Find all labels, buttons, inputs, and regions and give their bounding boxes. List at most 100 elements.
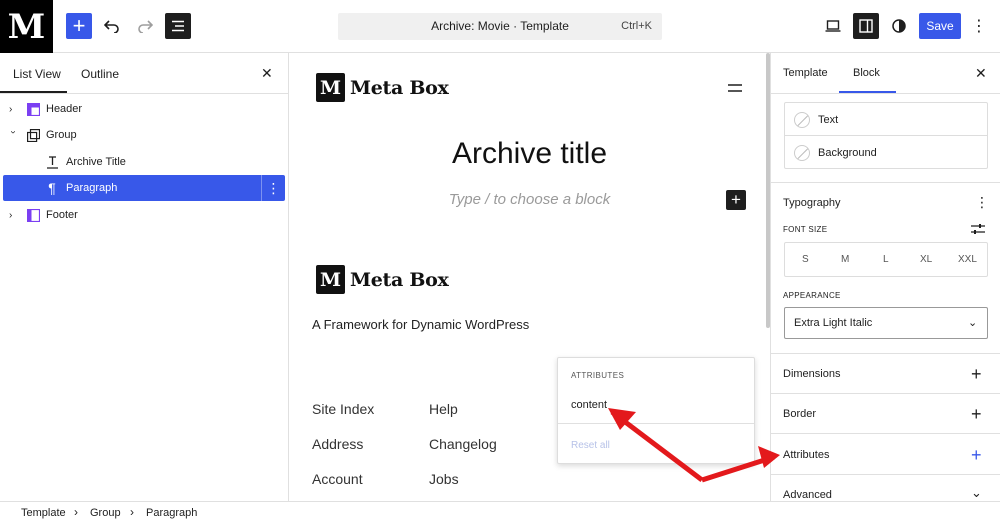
- color-settings: Text Background: [784, 102, 988, 169]
- more-vertical-icon[interactable]: ⋮: [975, 194, 989, 211]
- breadcrumb-item[interactable]: Group: [90, 507, 121, 519]
- divider: [771, 182, 1000, 183]
- text-color-option[interactable]: Text: [785, 103, 987, 136]
- logo-mark: M: [316, 265, 345, 294]
- border-panel-toggle[interactable]: Border: [783, 408, 816, 420]
- attributes-popover: ATTRIBUTES content Reset all: [557, 357, 755, 464]
- footer-link[interactable]: Jobs: [429, 471, 459, 487]
- font-size-option-xxl[interactable]: XXL: [958, 254, 977, 265]
- undo-button[interactable]: [101, 13, 123, 39]
- advanced-panel-toggle[interactable]: Advanced: [783, 489, 832, 501]
- chevron-right-icon[interactable]: ›: [9, 210, 19, 221]
- breadcrumb-item[interactable]: Paragraph: [146, 507, 197, 519]
- redo-icon: [138, 20, 153, 33]
- options-button[interactable]: ⋮: [968, 13, 990, 39]
- appearance-label: APPEARANCE: [783, 291, 841, 300]
- font-size-option-l[interactable]: L: [883, 254, 889, 265]
- color-label: Text: [818, 113, 839, 126]
- close-icon[interactable]: ✕: [975, 65, 987, 82]
- attributes-panel-toggle[interactable]: Attributes: [783, 449, 829, 461]
- plus-icon: +: [731, 190, 741, 209]
- styles-button[interactable]: [886, 13, 912, 39]
- tree-item-paragraph[interactable]: ¶ Paragraph ⋮: [3, 175, 285, 201]
- typography-heading: Typography: [783, 197, 841, 209]
- add-block-button[interactable]: +: [66, 13, 92, 39]
- tree-item-archive-title[interactable]: Archive Title: [3, 149, 285, 175]
- divider: [771, 393, 1000, 394]
- archive-title[interactable]: Archive title: [289, 137, 770, 171]
- settings-sidebar: Template Block ✕ Text Background Typogra…: [770, 53, 1000, 501]
- tab-list-view[interactable]: List View: [13, 67, 61, 81]
- list-view-icon: [172, 20, 184, 32]
- breadcrumb-item[interactable]: Template: [21, 507, 66, 519]
- divider: [771, 353, 1000, 354]
- header-icon: [25, 101, 41, 117]
- footer-icon: [25, 207, 41, 223]
- font-size-option-xl[interactable]: XL: [920, 254, 932, 265]
- empty-swatch-icon: [794, 144, 810, 161]
- settings-sliders-icon[interactable]: [971, 223, 985, 235]
- footer-link[interactable]: Site Index: [312, 401, 374, 417]
- site-logo[interactable]: M: [0, 0, 53, 53]
- footer-link[interactable]: Help: [429, 401, 458, 417]
- font-size-option-m[interactable]: M: [841, 254, 849, 265]
- title-icon: [44, 154, 60, 170]
- attribute-option-content[interactable]: content: [571, 399, 607, 411]
- tab-block[interactable]: Block: [853, 67, 880, 79]
- undo-icon: [104, 20, 119, 33]
- chevron-down-icon: ⌄: [968, 317, 978, 329]
- chevron-right-icon[interactable]: ›: [9, 104, 19, 115]
- divider: [771, 433, 1000, 434]
- close-icon[interactable]: ✕: [261, 65, 273, 82]
- tree-item-label: Archive Title: [66, 156, 126, 168]
- chevron-right-icon: ›: [74, 505, 78, 519]
- appearance-value: Extra Light Italic: [794, 317, 873, 329]
- chevron-down-icon[interactable]: ›: [8, 130, 19, 140]
- reset-all-button[interactable]: Reset all: [571, 440, 610, 451]
- logo-text: Meta Box: [350, 76, 449, 99]
- list-view-panel: List View Outline ✕ › Header › Group Arc…: [0, 53, 289, 501]
- tab-outline[interactable]: Outline: [81, 67, 119, 81]
- list-view-button[interactable]: [165, 13, 191, 39]
- desktop-icon: [825, 20, 841, 32]
- device-preview-button[interactable]: [820, 13, 846, 39]
- settings-sidebar-button[interactable]: [853, 13, 879, 39]
- font-size-option-s[interactable]: S: [802, 254, 809, 265]
- divider: [771, 474, 1000, 475]
- color-label: Background: [818, 146, 877, 159]
- popover-heading: ATTRIBUTES: [571, 371, 625, 380]
- top-toolbar: M + Archive: Movie · Template Ctrl+K Sav…: [0, 0, 1000, 53]
- paragraph-placeholder[interactable]: Type / to choose a block: [289, 191, 770, 208]
- appearance-select[interactable]: Extra Light Italic ⌄: [784, 307, 988, 339]
- plus-icon[interactable]: +: [971, 405, 982, 423]
- contrast-icon: [892, 19, 906, 33]
- footer-link[interactable]: Address: [312, 436, 363, 452]
- save-button[interactable]: Save: [919, 13, 961, 39]
- group-icon: [25, 127, 41, 143]
- tab-template[interactable]: Template: [783, 67, 828, 79]
- command-palette-bar[interactable]: Archive: Movie · Template Ctrl+K: [338, 13, 662, 40]
- footer-link[interactable]: Account: [312, 471, 363, 487]
- sidebar-icon: [859, 19, 873, 33]
- logo-mark: M: [316, 73, 345, 102]
- chevron-down-icon[interactable]: ⌄: [971, 486, 982, 499]
- plus-icon: +: [72, 13, 86, 38]
- footer-link[interactable]: Changelog: [429, 436, 497, 452]
- tree-item-footer[interactable]: › Footer: [3, 202, 285, 228]
- dimensions-panel-toggle[interactable]: Dimensions: [783, 368, 840, 380]
- more-vertical-icon[interactable]: ⋮: [261, 175, 285, 201]
- redo-button[interactable]: [134, 13, 156, 39]
- shortcut-hint: Ctrl+K: [621, 20, 652, 32]
- plus-icon[interactable]: +: [971, 446, 982, 464]
- breadcrumb: Template › Group › Paragraph: [0, 501, 1000, 522]
- tree-item-group[interactable]: › Group: [3, 122, 285, 148]
- tree-item-label: Footer: [46, 209, 78, 221]
- background-color-option[interactable]: Background: [785, 136, 987, 169]
- footer-site-logo[interactable]: M Meta Box: [316, 265, 449, 294]
- header-site-logo[interactable]: M Meta Box: [316, 73, 449, 102]
- divider: [0, 93, 289, 94]
- tree-item-header[interactable]: › Header: [3, 96, 285, 122]
- block-inserter-button[interactable]: +: [726, 190, 746, 210]
- plus-icon[interactable]: +: [971, 365, 982, 383]
- menu-icon[interactable]: [728, 83, 742, 93]
